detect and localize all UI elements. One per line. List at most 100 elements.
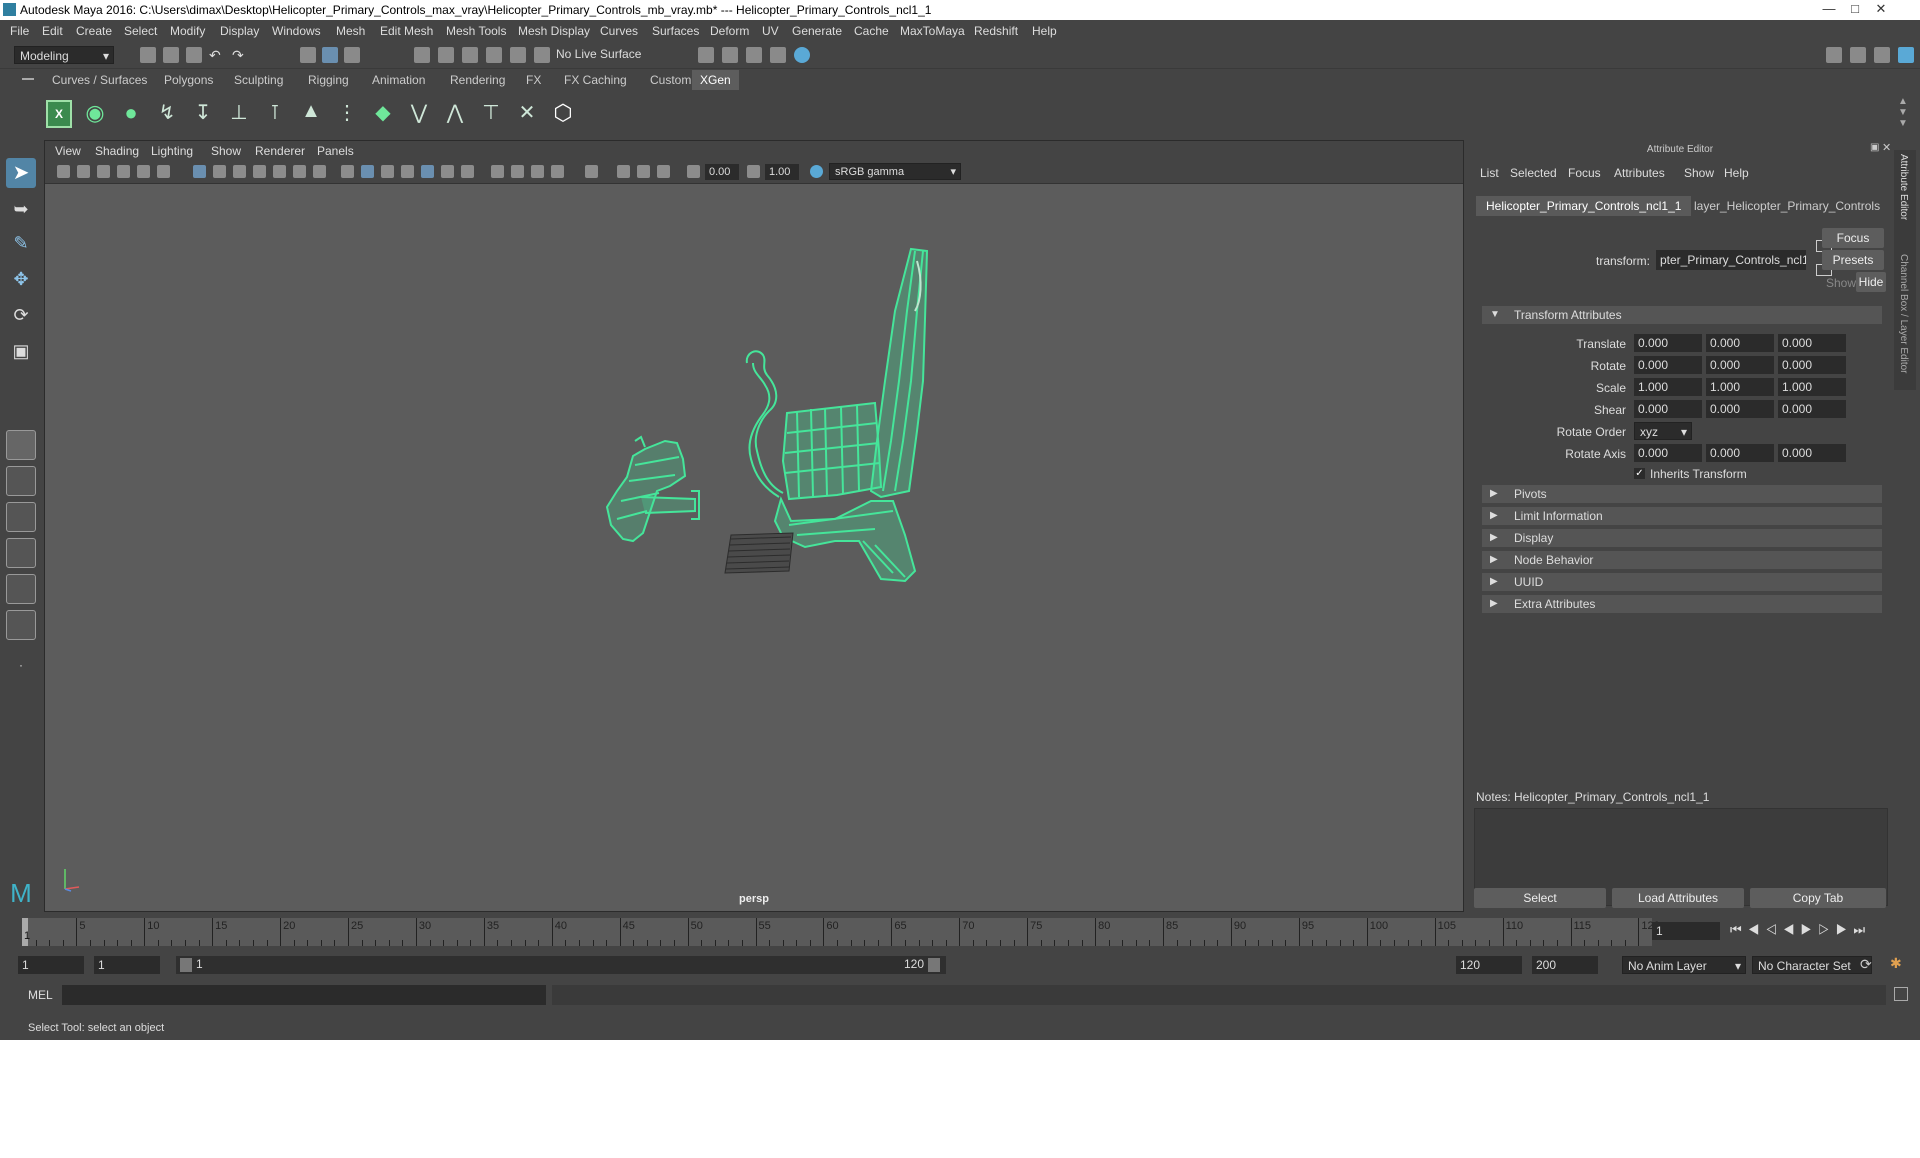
close-panel-icon[interactable]: ✕ (1882, 141, 1891, 154)
ipr-icon[interactable] (722, 47, 738, 63)
xgen-layers-icon[interactable]: ◆ (370, 100, 396, 128)
range-end-handle[interactable] (928, 958, 940, 972)
transform-attributes-section[interactable]: ▼ Transform Attributes (1482, 306, 1882, 324)
pilot-seat-mesh[interactable] (773, 247, 929, 583)
select-object-icon[interactable] (322, 47, 338, 63)
shear-z-field[interactable]: 0.000 (1778, 400, 1846, 418)
menu-edit[interactable]: Edit (42, 24, 63, 38)
paint-select-icon[interactable]: ✎ (6, 228, 36, 258)
attribute-editor-toggle-icon[interactable] (1898, 47, 1914, 63)
ae-menu-show[interactable]: Show (1684, 166, 1714, 180)
start-time-field[interactable]: 1 (18, 956, 84, 974)
step-forward-frame-icon[interactable]: ▷ (1818, 922, 1836, 937)
snap-surface-icon[interactable] (510, 47, 526, 63)
translate-z-field[interactable]: 0.000 (1778, 334, 1846, 352)
xgen-lock-icon[interactable]: ⊺ (262, 100, 288, 128)
shelf-scroll-icon[interactable]: ▲ ▼ ▼ (1898, 96, 1908, 129)
xgen-primitives-icon[interactable]: ● (118, 100, 144, 128)
xgen-editor-icon[interactable]: X (46, 100, 72, 128)
outliner-icon[interactable] (1850, 47, 1866, 63)
menu-modify[interactable]: Modify (170, 24, 205, 38)
copy-tab-button[interactable]: Copy Tab (1750, 888, 1886, 908)
shelf-tab-rendering[interactable]: Rendering (442, 70, 513, 90)
rotate-tool-icon[interactable]: ⟳ (6, 300, 36, 330)
snap-point-icon[interactable] (462, 47, 478, 63)
menu-deform[interactable]: Deform (710, 24, 749, 38)
playback-controls[interactable]: ⏮◀◁◀▶▷▶⏭ (1730, 922, 1871, 938)
move-tool-icon[interactable]: ✥ (6, 264, 36, 294)
rotate-order-dropdown[interactable]: xyz ▾ (1634, 422, 1692, 440)
translate-x-field[interactable]: 0.000 (1634, 334, 1702, 352)
two-view-layout-icon[interactable] (6, 574, 36, 604)
floor-grille-mesh[interactable] (724, 532, 794, 574)
node-behavior-section[interactable]: ▶ Node Behavior (1482, 551, 1882, 569)
translate-y-field[interactable]: 0.000 (1706, 334, 1774, 352)
anim-layer-dropdown[interactable]: No Anim Layer ▾ (1622, 956, 1746, 974)
xgen-cut-icon[interactable]: ✕ (514, 100, 540, 128)
script-editor-icon[interactable] (1894, 987, 1908, 1001)
shear-x-field[interactable]: 0.000 (1634, 400, 1702, 418)
ae-menu-focus[interactable]: Focus (1568, 166, 1601, 180)
shelf-tab-fx-caching[interactable]: FX Caching (556, 70, 635, 90)
shelf-menu-icon[interactable] (22, 78, 34, 80)
extra-attributes-section[interactable]: ▶ Extra Attributes (1482, 595, 1882, 613)
redo-icon[interactable]: ↷ (232, 47, 248, 63)
side-tab-attribute-editor[interactable]: Attribute Editor (1898, 154, 1909, 220)
xgen-guide-icon[interactable]: ↯ (154, 100, 180, 128)
xgen-lock-length-icon[interactable]: ▲ (298, 100, 324, 128)
ae-menu-list[interactable]: List (1480, 166, 1499, 180)
ae-menu-selected[interactable]: Selected (1510, 166, 1557, 180)
snap-grid-icon[interactable] (414, 47, 430, 63)
range-start-handle[interactable] (180, 958, 192, 972)
undo-icon[interactable]: ↶ (209, 47, 225, 63)
xgen-density-icon[interactable]: ⋁ (406, 100, 432, 128)
menu-display[interactable]: Display (220, 24, 259, 38)
scale-tool-icon[interactable]: ▣ (6, 336, 36, 366)
shelf-tab-rigging[interactable]: Rigging (300, 70, 357, 90)
ae-menu-help[interactable]: Help (1724, 166, 1749, 180)
close-icon[interactable]: ✕ (1868, 0, 1894, 18)
rotate-y-field[interactable]: 0.000 (1706, 356, 1774, 374)
menu-windows[interactable]: Windows (272, 24, 321, 38)
select-button[interactable]: Select (1474, 888, 1606, 908)
layout-icon[interactable] (1826, 47, 1842, 63)
xgen-comb-icon[interactable]: ⋮ (334, 100, 360, 128)
side-tab-channel-box[interactable]: Channel Box / Layer Editor (1898, 254, 1909, 374)
inherits-transform-checkbox[interactable]: ✓ (1634, 468, 1645, 479)
hide-button[interactable]: Hide (1856, 272, 1886, 292)
select-component-icon[interactable] (344, 47, 360, 63)
snap-curve-icon[interactable] (438, 47, 454, 63)
new-scene-icon[interactable] (140, 47, 156, 63)
mel-label[interactable]: MEL (28, 988, 53, 1002)
shear-y-field[interactable]: 0.000 (1706, 400, 1774, 418)
scale-z-field[interactable]: 1.000 (1778, 378, 1846, 396)
character-set-dropdown[interactable]: No Character Set (1752, 956, 1872, 974)
menu-select[interactable]: Select (124, 24, 157, 38)
play-backward-icon[interactable]: ◀ (1783, 922, 1801, 937)
xgen-preview-icon[interactable]: ◉ (82, 100, 108, 128)
menu-maxtomaya[interactable]: MaxToMaya (900, 24, 965, 38)
play-forward-icon[interactable]: ▶ (1801, 922, 1819, 937)
shelf-tab-fx[interactable]: FX (518, 70, 549, 90)
current-frame-field[interactable]: 1 (1652, 922, 1720, 940)
menu-file[interactable]: File (10, 24, 29, 38)
select-tool-icon[interactable]: ➤ (6, 158, 36, 188)
shelf-tab-animation[interactable]: Animation (364, 70, 433, 90)
step-back-key-icon[interactable]: ◀ (1748, 922, 1766, 937)
lasso-tool-icon[interactable]: ➥ (6, 194, 36, 224)
select-hierarchy-icon[interactable] (300, 47, 316, 63)
menu-help[interactable]: Help (1032, 24, 1057, 38)
rotate-axis-x-field[interactable]: 0.000 (1634, 444, 1702, 462)
mode-dropdown[interactable]: Modeling ▾ (14, 46, 114, 64)
snap-view-icon[interactable] (486, 47, 502, 63)
save-scene-icon[interactable] (186, 47, 202, 63)
persp-outliner-layout-icon[interactable] (6, 502, 36, 532)
end-time-field[interactable]: 120 (1456, 956, 1522, 974)
toolbox-more-icon[interactable]: · (6, 650, 36, 680)
step-forward-key-icon[interactable]: ▶ (1836, 922, 1854, 937)
shelf-tab-xgen[interactable]: XGen (692, 70, 739, 90)
show-button[interactable]: Show (1826, 276, 1856, 290)
menu-create[interactable]: Create (76, 24, 112, 38)
menu-redshift[interactable]: Redshift (974, 24, 1018, 38)
menu-mesh-tools[interactable]: Mesh Tools (446, 24, 506, 38)
